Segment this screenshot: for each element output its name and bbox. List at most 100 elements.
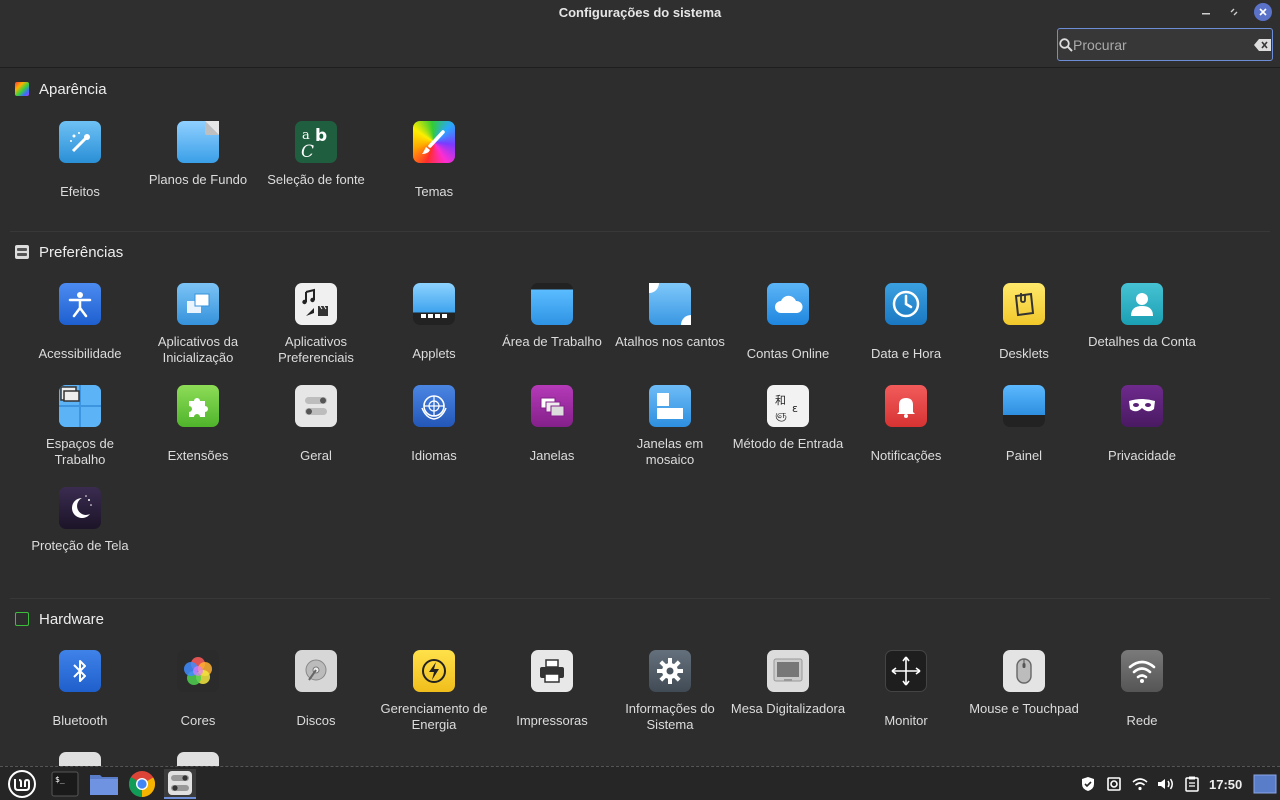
item-label: Impressoras bbox=[516, 713, 588, 728]
section-title: Preferências bbox=[39, 243, 124, 261]
item-label: Extensões bbox=[167, 448, 229, 463]
screensaver-icon bbox=[59, 487, 101, 529]
svg-text:$_: $_ bbox=[55, 775, 65, 784]
item-label: Rede bbox=[1126, 713, 1158, 728]
show-desktop-button[interactable] bbox=[1252, 769, 1278, 799]
settings-item-hot-corners[interactable]: Atalhos nos cantos bbox=[611, 283, 729, 350]
settings-item-disks[interactable]: Discos bbox=[257, 650, 375, 729]
settings-item-themes[interactable]: Temas bbox=[375, 121, 493, 200]
display-icon bbox=[885, 650, 927, 692]
update-icon[interactable] bbox=[1104, 774, 1124, 794]
settings-item-font-selection[interactable]: abC Seleção de fonte bbox=[257, 121, 375, 188]
effects-icon bbox=[59, 121, 101, 163]
settings-content: Aparência Efeitos Planos de Fundo abC Se… bbox=[0, 69, 1280, 766]
settings-item-extensions[interactable]: Extensões bbox=[139, 385, 257, 464]
search-input[interactable] bbox=[1073, 36, 1254, 53]
settings-item-date-time[interactable]: Data e Hora bbox=[847, 283, 965, 362]
item-label: Janelas em mosaico bbox=[636, 436, 704, 467]
disks-icon bbox=[295, 650, 337, 692]
settings-item-desktop[interactable]: Área de Trabalho bbox=[493, 283, 611, 350]
item-label: Desklets bbox=[999, 346, 1049, 361]
account-details-icon bbox=[1121, 283, 1163, 325]
settings-item-system-info[interactable]: Informações do Sistema bbox=[611, 650, 729, 733]
settings-item-bluetooth[interactable]: Bluetooth bbox=[21, 650, 139, 729]
terminal-launcher[interactable]: $_ bbox=[49, 769, 81, 799]
partial-settings-icon bbox=[177, 752, 219, 766]
item-label: Informações do Sistema bbox=[625, 701, 715, 732]
wifi-icon[interactable] bbox=[1130, 774, 1150, 794]
section-title: Hardware bbox=[39, 610, 105, 628]
settings-item-preferred-apps[interactable]: Aplicativos Preferenciais bbox=[257, 283, 375, 366]
online-accounts-icon bbox=[767, 283, 809, 325]
settings-item-display[interactable]: Monitor bbox=[847, 650, 965, 729]
settings-item-power[interactable]: Gerenciamento de Energia bbox=[375, 650, 493, 733]
item-label: Seleção de fonte bbox=[267, 172, 365, 187]
chrome-launcher[interactable] bbox=[126, 769, 158, 799]
show-desktop-icon bbox=[1253, 774, 1277, 794]
menu-button[interactable] bbox=[6, 769, 38, 799]
settings-item-partial-2[interactable] bbox=[139, 752, 257, 766]
item-label: Temas bbox=[414, 184, 454, 199]
close-button[interactable] bbox=[1254, 3, 1272, 21]
settings-item-window-tiling[interactable]: Janelas em mosaico bbox=[611, 385, 729, 468]
settings-item-notifications[interactable]: Notificações bbox=[847, 385, 965, 464]
minimize-button[interactable] bbox=[1197, 3, 1215, 21]
settings-item-panel[interactable]: Painel bbox=[965, 385, 1083, 464]
files-launcher[interactable] bbox=[88, 769, 120, 799]
svg-text:C: C bbox=[301, 142, 314, 160]
settings-item-printers[interactable]: Impressoras bbox=[493, 650, 611, 729]
settings-toggle-icon bbox=[168, 771, 192, 795]
settings-item-effects[interactable]: Efeitos bbox=[21, 121, 139, 200]
volume-icon[interactable] bbox=[1156, 774, 1176, 794]
settings-item-applets[interactable]: Applets bbox=[375, 283, 493, 362]
search-icon bbox=[1058, 37, 1073, 52]
item-label: Acessibilidade bbox=[38, 346, 122, 361]
clear-search-icon[interactable] bbox=[1254, 38, 1272, 51]
preferences-icon bbox=[15, 245, 29, 259]
section-title: Aparência bbox=[39, 80, 107, 98]
palette-icon bbox=[15, 82, 29, 96]
search-box[interactable] bbox=[1057, 28, 1273, 61]
folder-icon bbox=[90, 775, 118, 795]
backgrounds-icon bbox=[177, 121, 219, 163]
settings-item-account-details[interactable]: Detalhes da Conta bbox=[1083, 283, 1201, 350]
settings-item-languages[interactable]: Idiomas bbox=[375, 385, 493, 464]
settings-item-backgrounds[interactable]: Planos de Fundo bbox=[139, 121, 257, 188]
settings-item-input-method[interactable]: 和ஞε Método de Entrada bbox=[729, 385, 847, 452]
system-settings-task[interactable] bbox=[164, 769, 196, 799]
shield-icon[interactable] bbox=[1078, 774, 1098, 794]
themes-icon bbox=[413, 121, 455, 163]
privacy-icon bbox=[1121, 385, 1163, 427]
system-tray bbox=[1078, 767, 1202, 800]
settings-item-network[interactable]: Rede bbox=[1083, 650, 1201, 729]
settings-item-mouse[interactable]: Mouse e Touchpad bbox=[965, 650, 1083, 717]
item-label: Idiomas bbox=[411, 448, 457, 463]
settings-item-startup-apps[interactable]: Aplicativos da Inicialização bbox=[139, 283, 257, 366]
settings-item-windows[interactable]: Janelas bbox=[493, 385, 611, 464]
settings-item-desklets[interactable]: Desklets bbox=[965, 283, 1083, 362]
settings-item-privacy[interactable]: Privacidade bbox=[1083, 385, 1201, 464]
windows-icon bbox=[531, 385, 573, 427]
section-divider bbox=[10, 231, 1270, 232]
settings-item-workspaces[interactable]: Espaços de Trabalho bbox=[21, 385, 139, 468]
settings-item-accessibility[interactable]: Acessibilidade bbox=[21, 283, 139, 362]
clock[interactable]: 17:50 bbox=[1209, 777, 1242, 792]
settings-item-partial-1[interactable] bbox=[21, 752, 139, 766]
minimize-icon bbox=[1202, 13, 1210, 15]
mouse-icon bbox=[1003, 650, 1045, 692]
clipboard-icon[interactable] bbox=[1182, 774, 1202, 794]
settings-item-color[interactable]: Cores bbox=[139, 650, 257, 729]
settings-item-screensaver[interactable]: Proteção de Tela bbox=[21, 487, 139, 554]
item-label: Mesa Digitalizadora bbox=[730, 701, 846, 716]
item-label: Janelas bbox=[529, 448, 575, 463]
preferred-apps-icon bbox=[295, 283, 337, 325]
close-icon bbox=[1259, 8, 1267, 16]
title-bar: Configurações do sistema bbox=[0, 0, 1280, 68]
applets-icon bbox=[413, 283, 455, 325]
svg-text:ε: ε bbox=[792, 402, 798, 415]
settings-item-online-accounts[interactable]: Contas Online bbox=[729, 283, 847, 362]
clock-icon bbox=[885, 283, 927, 325]
settings-item-general[interactable]: Geral bbox=[257, 385, 375, 464]
settings-item-tablet[interactable]: Mesa Digitalizadora bbox=[729, 650, 847, 717]
maximize-button[interactable] bbox=[1225, 3, 1243, 21]
